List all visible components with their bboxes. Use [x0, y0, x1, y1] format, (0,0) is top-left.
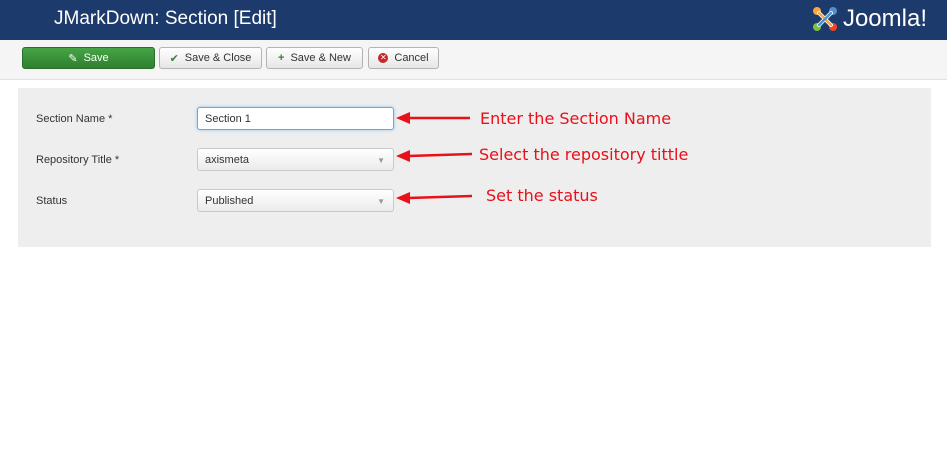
arrow-section-name: [396, 112, 470, 124]
annotation-status: Set the status: [486, 186, 598, 205]
annotation-arrows: [396, 112, 473, 204]
arrow-status: [396, 192, 473, 204]
annotation-repository: Select the repository tittle: [479, 145, 689, 164]
arrow-repository: [396, 150, 473, 162]
annotation-section-name: Enter the Section Name: [480, 109, 672, 128]
